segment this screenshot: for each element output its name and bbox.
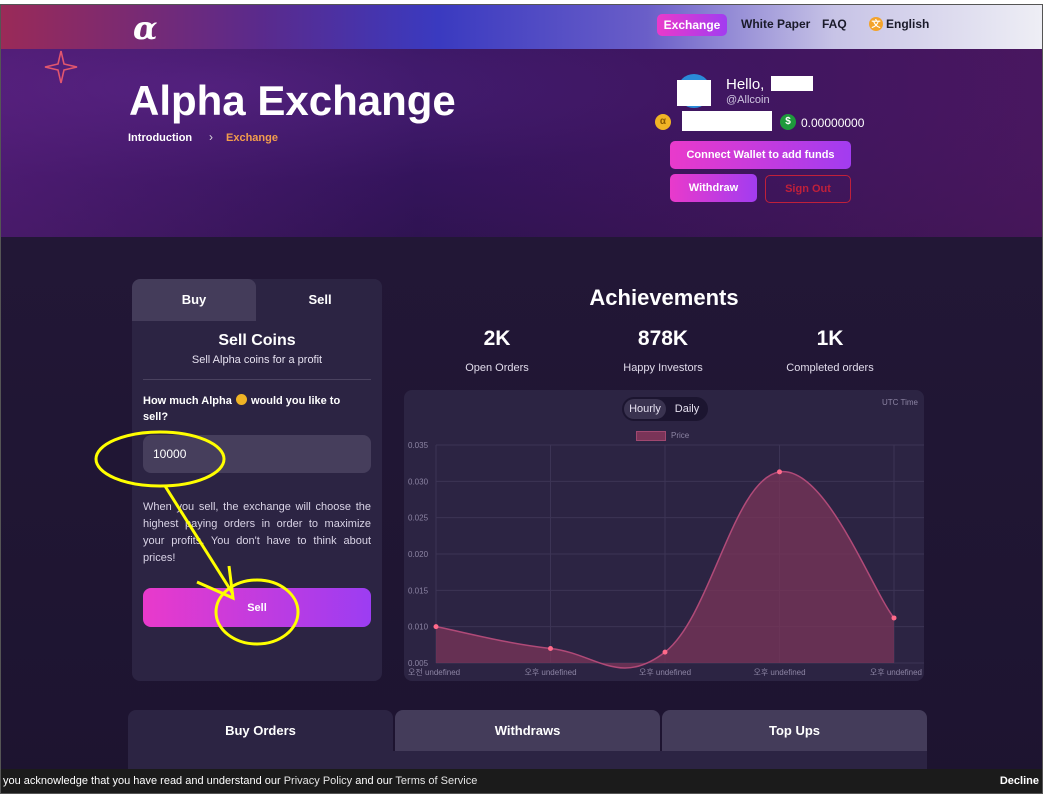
top-navbar: α Exchange White Paper FAQ 文 English (1, 5, 1042, 49)
redaction-box (771, 76, 813, 91)
alpha-logo[interactable]: α (133, 9, 158, 47)
trade-card: Buy Sell Sell Coins Sell Alpha coins for… (132, 279, 382, 681)
cookie-consent-bar: you acknowledge that you have read and u… (1, 769, 1042, 794)
price-point (548, 645, 553, 651)
hero-banner: Alpha Exchange Introduction › Exchange H… (1, 49, 1042, 237)
x-tick-label: 오후 undefined (753, 668, 805, 677)
sell-amount-input[interactable] (143, 435, 371, 473)
nav-faq-link[interactable]: FAQ (822, 17, 847, 31)
cookie-text-and: and our (355, 775, 393, 787)
tab-top-ups[interactable]: Top Ups (662, 710, 927, 752)
globe-icon[interactable]: 文 (869, 17, 883, 31)
x-tick-label: 오후 undefined (639, 668, 691, 677)
price-point (891, 615, 897, 621)
greeting-text: Hello, (726, 76, 765, 93)
achievements-title: Achievements (589, 285, 739, 310)
price-point (662, 649, 668, 655)
tab-buy-orders[interactable]: Buy Orders (128, 710, 393, 752)
dollar-icon: $ (780, 114, 796, 130)
y-tick-label: 0.015 (408, 586, 429, 595)
decline-button[interactable]: Decline (1000, 769, 1039, 794)
y-tick-label: 0.020 (408, 550, 429, 559)
stat-happy-investors-value: 878K (637, 327, 689, 350)
user-handle: @Allcoin (726, 94, 770, 106)
tab-withdraws[interactable]: Withdraws (395, 710, 660, 752)
withdraw-button[interactable]: Withdraw (670, 174, 757, 202)
y-tick-label: 0.025 (408, 514, 429, 523)
price-chart: 0.005 0.010 0.015 0.020 0.025 0.030 0.035 오전 u… (408, 441, 924, 677)
sell-coins-subtitle: Sell Alpha coins for a profit (191, 354, 323, 366)
sparkle-icon (44, 50, 78, 84)
alpha-coin-icon: α (655, 114, 671, 130)
y-tick-label: 0.010 (408, 623, 429, 632)
amount-question-label: How much Alpha would you like to sell? (143, 393, 368, 425)
x-tick-label: 오후 undefined (524, 668, 576, 677)
page-title: Alpha Exchange (129, 77, 456, 124)
y-tick-label: 0.005 (408, 659, 429, 668)
stat-open-orders-label: Open Orders (465, 362, 529, 374)
price-point (433, 624, 439, 630)
usd-balance: 0.00000000 (801, 116, 865, 130)
x-tick-label: 오후 undefined (870, 668, 922, 677)
cookie-text: you acknowledge that you have read and u… (3, 775, 281, 787)
breadcrumb-exchange: Exchange (226, 132, 278, 144)
sign-out-button[interactable]: Sign Out (765, 175, 851, 203)
sell-description: When you sell, the exchange will choose … (143, 501, 371, 564)
sell-button[interactable]: Sell (143, 588, 371, 627)
divider (143, 379, 371, 380)
price-chart-panel: Hourly Daily UTC Time Price 0.005 0.010 0.… (404, 390, 924, 681)
terms-of-service-link[interactable]: Terms of Service (395, 775, 477, 787)
redaction-box (677, 80, 711, 106)
connect-wallet-button[interactable]: Connect Wallet to add funds (670, 141, 851, 169)
alpha-coin-icon (235, 394, 247, 405)
chevron-right-icon: › (209, 130, 213, 144)
sell-coins-title: Sell Coins (218, 332, 296, 349)
x-tick-label: 오전 undefined (408, 667, 460, 677)
nav-white-paper-link[interactable]: White Paper (741, 17, 810, 31)
redaction-box (682, 111, 772, 131)
breadcrumb-introduction[interactable]: Introduction (128, 132, 192, 144)
privacy-policy-link[interactable]: Privacy Policy (284, 775, 352, 787)
stat-happy-investors-label: Happy Investors (623, 362, 703, 374)
stat-open-orders-value: 2K (483, 327, 511, 350)
y-tick-label: 0.030 (408, 477, 429, 486)
tab-sell[interactable]: Sell (258, 279, 382, 321)
stat-completed-orders-value: 1K (816, 327, 844, 350)
tab-buy[interactable]: Buy (132, 279, 256, 321)
stat-completed-orders-label: Completed orders (786, 362, 874, 374)
amount-question-start: How much Alpha (143, 395, 232, 407)
language-selector[interactable]: English (886, 17, 929, 31)
browser-viewport: α Exchange White Paper FAQ 文 English Alp… (1, 5, 1042, 794)
orders-table-area (128, 751, 927, 771)
y-tick-label: 0.035 (408, 441, 429, 450)
price-point (777, 469, 782, 475)
nav-exchange-link[interactable]: Exchange (657, 14, 727, 36)
